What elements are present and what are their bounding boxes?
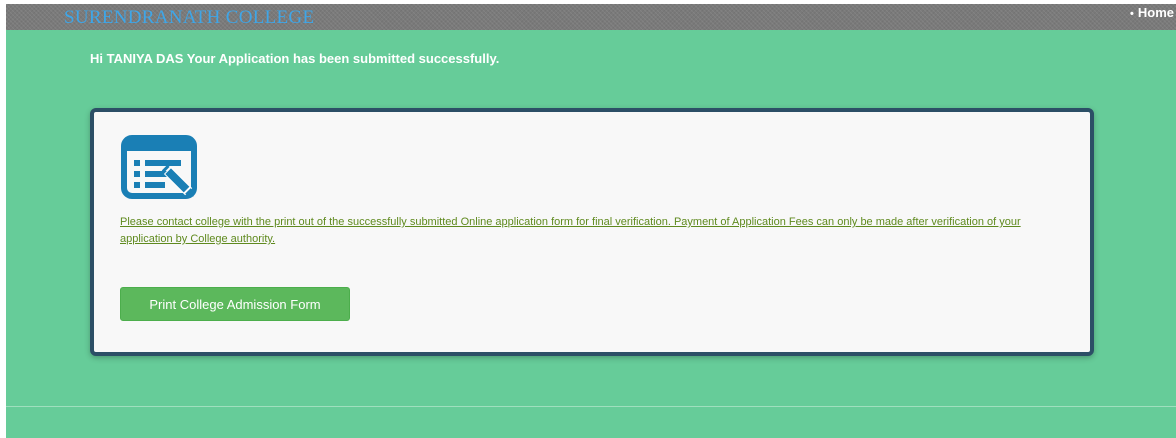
footer-divider xyxy=(6,406,1176,407)
college-name[interactable]: SURENDRANATH COLLEGE xyxy=(64,7,314,29)
nav-bullet: • xyxy=(1130,8,1134,20)
application-card: Please contact college with the print ou… xyxy=(90,108,1094,356)
success-message: Hi TANIYA DAS Your Application has been … xyxy=(90,51,500,66)
print-admission-form-button[interactable]: Print College Admission Form xyxy=(120,287,350,321)
form-edit-icon xyxy=(121,135,197,199)
nav-menu: • Home xyxy=(1130,5,1174,20)
verification-notice-link[interactable]: Please contact college with the print ou… xyxy=(120,214,1050,248)
nav-link-home[interactable]: Home xyxy=(1138,5,1174,20)
top-bar: SURENDRANATH COLLEGE • Home xyxy=(6,4,1176,30)
main-content: Hi TANIYA DAS Your Application has been … xyxy=(6,30,1176,438)
page: SURENDRANATH COLLEGE • Home Hi TANIYA DAS… xyxy=(0,0,1176,438)
